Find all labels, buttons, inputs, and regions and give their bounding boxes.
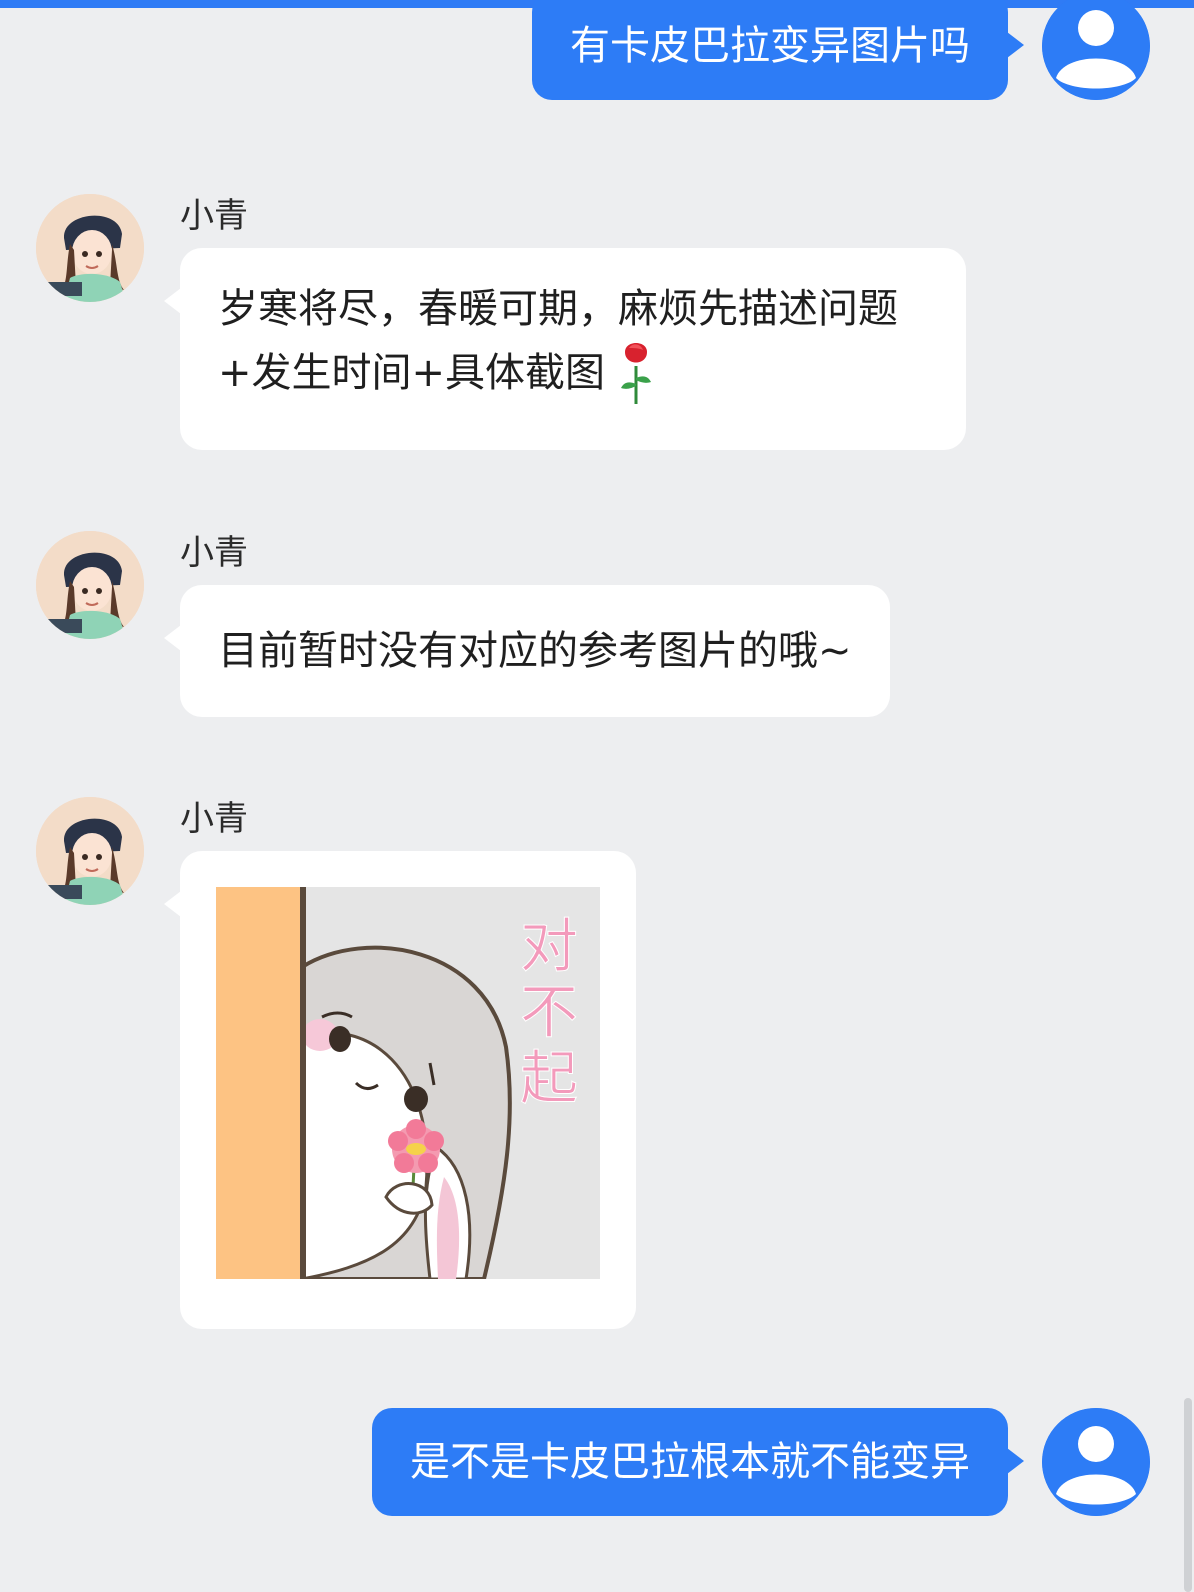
sticker-caption-char: 起 [519,1044,578,1112]
user-avatar[interactable] [1042,0,1150,100]
agent-avatar[interactable] [36,194,144,302]
user-message-bubble[interactable]: 是不是卡皮巴拉根本就不能变异 [372,1408,1024,1516]
girl-avatar-icon [36,797,144,905]
agent-name: 小青 [180,533,248,573]
agent-message-bubble[interactable]: 目前暂时没有对应的参考图片的哦~ [164,585,890,717]
user-message-row: 是不是卡皮巴拉根本就不能变异 [372,1408,1150,1516]
agent-message-line: +发生时间+具体截图 [218,350,606,396]
person-icon [1042,1408,1150,1516]
scrollbar[interactable] [1184,1398,1192,1592]
agent-sticker-bubble[interactable]: 对不起 [164,851,636,1329]
agent-message-line: 岁寒将尽，春暖可期，麻烦先描述问题 [218,286,898,332]
agent-message-row: 小青 目前暂时没有对应的参考图片的哦~ [36,531,890,717]
user-avatar[interactable] [1042,1408,1150,1516]
rose-icon [621,343,652,404]
girl-avatar-icon [36,194,144,302]
sticker-caption-char: 不 [519,978,578,1046]
agent-name: 小青 [180,196,248,236]
agent-message-row: 小青 对 不 起 [36,797,636,1329]
agent-message-row: 小青 岁寒将尽，春暖可期，麻烦先描述问题 +发生时间+具体截图 [36,194,966,450]
user-message-row: 有卡皮巴拉变异图片吗 [532,0,1150,100]
girl-avatar-icon [36,531,144,639]
chat-screen: 有卡皮巴拉变异图片吗 小青 岁寒将尽，春暖可期，麻烦先描述问题 +发生时间+具体… [0,0,1194,1592]
sticker-caption-char: 对 [519,912,578,980]
person-icon [1042,0,1150,100]
sticker-caption-text: 对不起 [516,912,582,1112]
agent-name: 小青 [180,799,248,839]
agent-avatar[interactable] [36,531,144,639]
agent-message-bubble[interactable]: 岁寒将尽，春暖可期，麻烦先描述问题 +发生时间+具体截图 [164,248,966,450]
sorry-bunny-sticker[interactable]: 对不起 [216,887,600,1279]
user-message-bubble[interactable]: 有卡皮巴拉变异图片吗 [532,0,1024,100]
agent-avatar[interactable] [36,797,144,905]
